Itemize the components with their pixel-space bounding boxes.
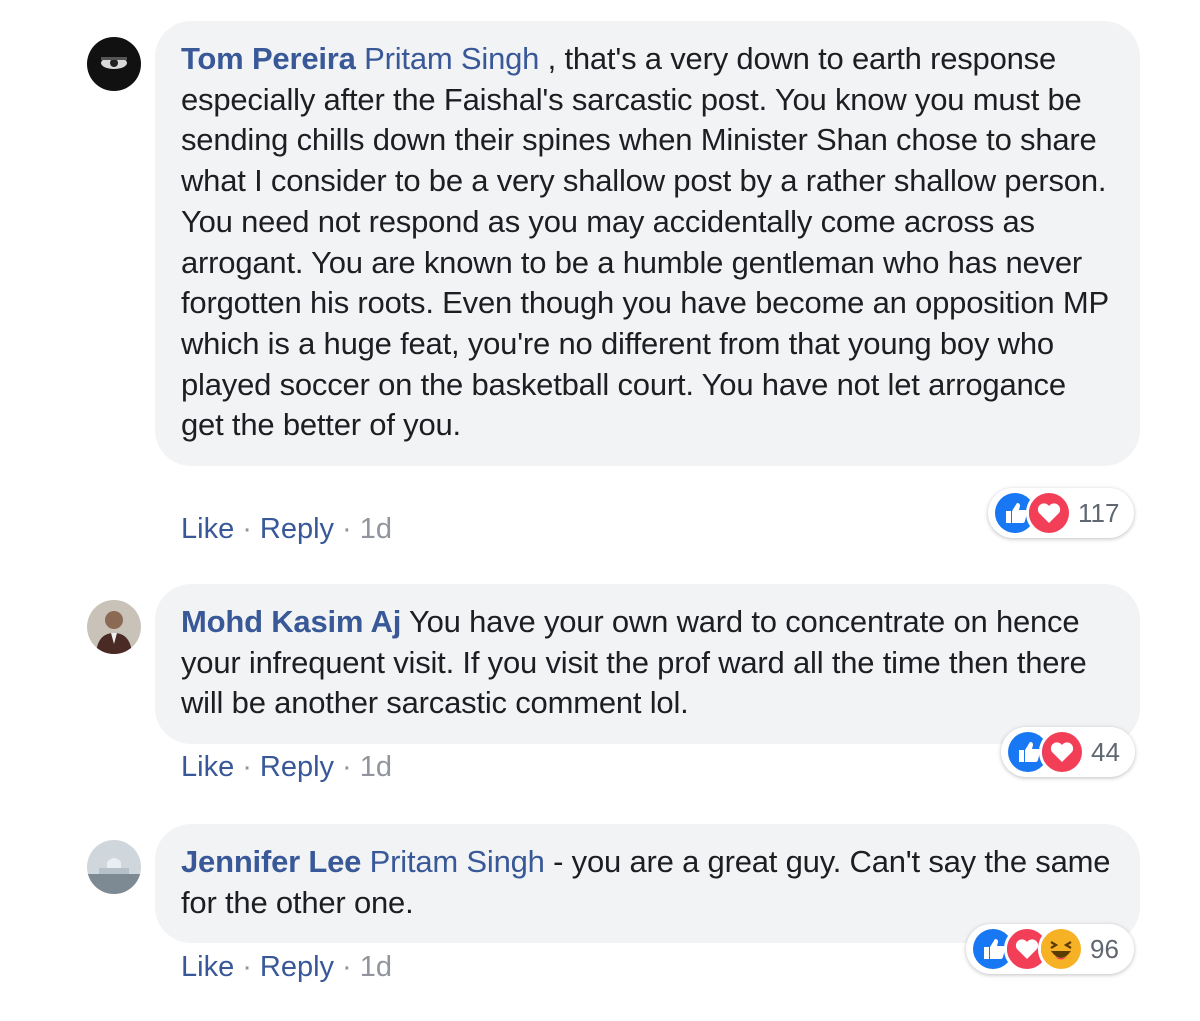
reaction-summary[interactable]: 44 xyxy=(1001,727,1135,777)
separator: · xyxy=(342,513,352,545)
avatar[interactable] xyxy=(87,37,141,91)
comment-bubble: Tom Pereira Pritam Singh , that's a very… xyxy=(155,21,1140,467)
reaction-summary[interactable]: 117 xyxy=(988,488,1134,538)
comment-author[interactable]: Jennifer Lee xyxy=(181,844,361,879)
comment-mention[interactable]: Pritam Singh xyxy=(364,41,539,76)
comment-timestamp[interactable]: 1d xyxy=(360,513,392,546)
reply-link[interactable]: Reply xyxy=(260,751,334,784)
comment-mention[interactable]: Pritam Singh xyxy=(370,844,545,879)
separator: · xyxy=(242,751,252,783)
avatar[interactable] xyxy=(87,600,141,654)
reaction-summary[interactable]: 96 xyxy=(966,924,1134,974)
like-link[interactable]: Like xyxy=(181,951,234,984)
avatar[interactable] xyxy=(87,840,141,894)
comment-actions: Like · Reply · 1d xyxy=(181,751,392,784)
reply-link[interactable]: Reply xyxy=(260,951,334,984)
reaction-count: 96 xyxy=(1090,933,1119,964)
comment-bubble: Mohd Kasim Aj You have your own ward to … xyxy=(155,584,1140,745)
separator: · xyxy=(242,951,252,983)
comment-author[interactable]: Mohd Kasim Aj xyxy=(181,604,401,639)
like-link[interactable]: Like xyxy=(181,513,234,546)
comment-timestamp[interactable]: 1d xyxy=(360,951,392,984)
separator: · xyxy=(242,513,252,545)
love-icon xyxy=(1026,490,1072,536)
comment-actions: Like · Reply · 1d xyxy=(181,951,392,984)
reaction-count: 117 xyxy=(1078,497,1120,528)
reaction-count: 44 xyxy=(1091,736,1120,767)
comment-actions: Like · Reply · 1d xyxy=(181,513,392,546)
comment-text: , that's a very down to earth response e… xyxy=(181,41,1109,443)
comment-timestamp[interactable]: 1d xyxy=(360,751,392,784)
separator: · xyxy=(342,951,352,983)
comment-author[interactable]: Tom Pereira xyxy=(181,41,356,76)
reply-link[interactable]: Reply xyxy=(260,513,334,546)
love-icon xyxy=(1039,729,1085,775)
separator: · xyxy=(342,751,352,783)
like-link[interactable]: Like xyxy=(181,751,234,784)
haha-icon xyxy=(1038,926,1084,972)
